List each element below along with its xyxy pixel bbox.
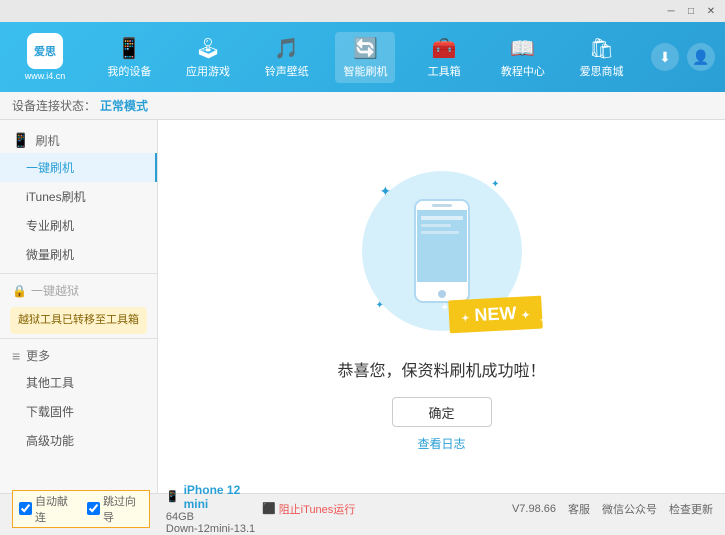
user-button[interactable]: 👤 [687,43,715,71]
sidebar-flash-header: 📱 刷机 [0,128,157,153]
nav-item-ringtone[interactable]: 🎵 铃声壁纸 [257,32,317,83]
skip-guide-checkbox[interactable]: 跳过向导 [87,493,143,525]
flash-section-icon: 📱 [12,132,29,149]
device-storage: 64GB [166,511,262,523]
phone-small-icon: 📱 [166,490,180,503]
skip-guide-label: 跳过向导 [103,493,143,525]
advanced-label: 高级功能 [26,434,74,448]
stop-icon: ⬛ [262,502,276,515]
checkbox-group: 自动献连 跳过向导 [12,490,150,528]
title-bar: ─ □ ✕ [0,0,725,22]
sidebar-notice: 越狱工具已转移至工具箱 [10,307,147,334]
sparkle-1: ✦ [380,183,392,200]
nav-label-ringtone: 铃声壁纸 [265,63,309,79]
sidebar-item-one-key-flash[interactable]: 一键刷机 [0,153,157,182]
nav-label-smart-flash: 智能刷机 [343,63,387,79]
ringtone-icon: 🎵 [274,36,299,61]
nav-label-my-device: 我的设备 [107,63,151,79]
header: 爱思 www.i4.cn 📱 我的设备 🕹 应用游戏 🎵 铃声壁纸 🔄 智能刷机… [0,22,725,92]
auto-connect-label: 自动献连 [35,493,75,525]
device-info-panel: 📱 iPhone 12 mini 64GB Down-12mini-13.1 [166,483,262,535]
phone-svg [407,196,477,306]
back-link[interactable]: 查看日志 [417,435,465,452]
flash-icon: 🔄 [353,36,378,61]
sidebar-locked-jailbreak: 🔒 一键越狱 [0,278,157,303]
footer-left: 自动献连 跳过向导 📱 iPhone 12 mini 64GB Down-12m… [12,483,262,535]
footer-right: V7.98.66 客服 微信公众号 检查更新 [512,501,713,517]
sidebar-item-other-tools[interactable]: 其他工具 [0,368,157,397]
device-icon: 📱 [117,36,142,61]
main-area: 📱 刷机 一键刷机 iTunes刷机 专业刷机 微量刷机 🔒 一键越狱 越狱工具… [0,120,725,493]
logo-text: www.i4.cn [25,71,66,81]
close-button[interactable]: ✕ [703,3,719,19]
sidebar-item-pro-flash[interactable]: 专业刷机 [0,211,157,240]
pro-flash-label: 专业刷机 [26,219,74,233]
header-actions: ⬇ 👤 [641,43,725,71]
nav-bar: 📱 我的设备 🕹 应用游戏 🎵 铃声壁纸 🔄 智能刷机 🧰 工具箱 📖 教程中心… [90,32,641,83]
sparkle-2: ✦ [491,179,499,190]
sidebar-item-download-firmware[interactable]: 下载固件 [0,397,157,426]
sidebar-more-header: ≡ 更多 [0,343,157,368]
maximize-button[interactable]: □ [683,3,699,19]
footer: 自动献连 跳过向导 📱 iPhone 12 mini 64GB Down-12m… [0,493,725,523]
one-key-flash-label: 一键刷机 [26,161,74,175]
logo-icon: 爱思 [27,33,63,69]
success-message: 恭喜您，保资料刷机成功啦！ [337,357,545,381]
download-firmware-label: 下载固件 [26,405,74,419]
confirm-button[interactable]: 确定 [392,397,492,427]
status-value: 正常模式 [100,97,148,114]
more-section-icon: ≡ [12,348,20,364]
nav-item-tutorial[interactable]: 📖 教程中心 [493,32,553,83]
sidebar-item-itunes-flash[interactable]: iTunes刷机 [0,182,157,211]
other-tools-label: 其他工具 [26,376,74,390]
success-illustration: ✦ ✦ ✦ [352,161,532,341]
stop-itunes-btn[interactable]: ⬛ 阻止iTunes运行 [262,501,512,517]
nav-item-smart-flash[interactable]: 🔄 智能刷机 [335,32,395,83]
new-badge: ✦ NEW ✦ [448,296,542,334]
nav-item-apps-games[interactable]: 🕹 应用游戏 [178,32,238,83]
nav-label-apps-games: 应用游戏 [186,63,230,79]
sidebar-item-save-flash[interactable]: 微量刷机 [0,240,157,269]
device-name: iPhone 12 mini [184,483,262,511]
sidebar-divider-2 [0,338,157,339]
tutorial-icon: 📖 [510,36,535,61]
nav-item-my-device[interactable]: 📱 我的设备 [99,32,159,83]
device-model: Down-12mini-13.1 [166,523,262,535]
auto-connect-input[interactable] [19,502,32,515]
nav-label-tutorial: 教程中心 [501,63,545,79]
version-text: V7.98.66 [512,503,556,515]
skip-guide-input[interactable] [87,502,100,515]
more-section-label: 更多 [26,347,50,364]
apps-icon: 🕹 [195,36,220,61]
logo[interactable]: 爱思 www.i4.cn [0,33,90,81]
download-button[interactable]: ⬇ [651,43,679,71]
sidebar-divider-1 [0,273,157,274]
istore-icon: 🛍 [589,36,614,61]
wechat-link[interactable]: 微信公众号 [602,501,657,517]
minimize-button[interactable]: ─ [663,3,679,19]
notice-text: 越狱工具已转移至工具箱 [18,314,139,326]
status-bar: 设备连接状态： 正常模式 [0,92,725,120]
flash-section-label: 刷机 [35,132,59,149]
nav-label-toolbox: 工具箱 [428,63,461,79]
service-link[interactable]: 客服 [568,501,590,517]
update-link[interactable]: 检查更新 [669,501,713,517]
auto-connect-checkbox[interactable]: 自动献连 [19,493,75,525]
sidebar: 📱 刷机 一键刷机 iTunes刷机 专业刷机 微量刷机 🔒 一键越狱 越狱工具… [0,120,158,493]
itunes-flash-label: iTunes刷机 [26,190,86,204]
status-label: 设备连接状态： [12,97,96,114]
stop-itunes-label: 阻止iTunes运行 [279,501,356,517]
content-area: ✦ ✦ ✦ [158,120,725,493]
toolbox-icon: 🧰 [432,36,457,61]
nav-item-istore[interactable]: 🛍 爱思商城 [572,32,632,83]
lock-icon: 🔒 [12,284,27,298]
nav-label-istore: 爱思商城 [580,63,624,79]
locked-label: 一键越狱 [31,282,79,299]
sidebar-item-advanced[interactable]: 高级功能 [0,426,157,455]
save-flash-label: 微量刷机 [26,248,74,262]
nav-item-toolbox[interactable]: 🧰 工具箱 [414,32,474,83]
sparkle-3: ✦ [376,300,384,311]
footer-center: ⬛ 阻止iTunes运行 [262,501,512,517]
